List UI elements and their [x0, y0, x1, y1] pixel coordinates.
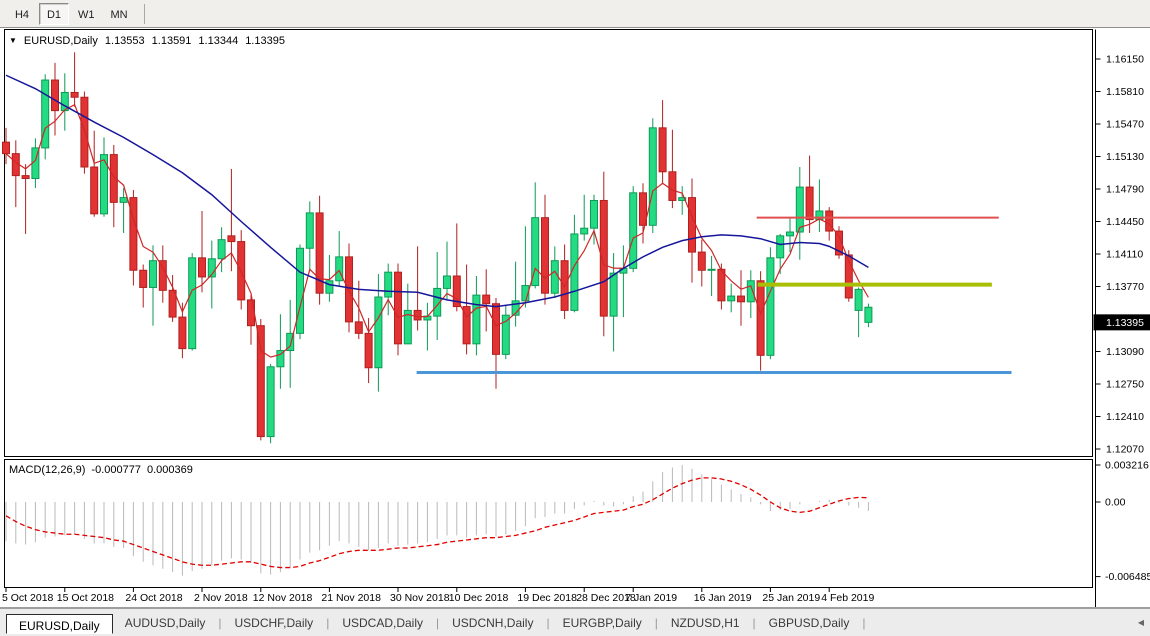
macd-label: MACD(12,26,9) [9, 464, 85, 476]
tab-usdchf-daily[interactable]: USDCHF,Daily [223, 612, 326, 634]
price-axis[interactable]: 1.16150 1.15810 1.15470 1.15130 1.14790 1.144… [1094, 30, 1150, 608]
time-axis-label: 2 Nov 2018 [194, 592, 248, 604]
timeframe-button-H4[interactable]: H4 [7, 3, 37, 25]
time-axis-label: 10 Dec 2018 [449, 592, 509, 604]
time-axis-label: 4 Feb 2019 [821, 592, 874, 604]
price-axis-label: 1.14790 [1106, 184, 1144, 196]
time-axis-label: 24 Oct 2018 [125, 592, 182, 604]
tab-scroll-left-icon[interactable]: ◀ [1138, 618, 1144, 627]
tab-eurgbp-daily[interactable]: EURGBP,Daily [551, 612, 654, 634]
toolbar-separator [144, 4, 145, 24]
price-axis-label: 1.16150 [1106, 54, 1144, 66]
chart-tab-bar: EURUSD,DailyAUDUSD,Daily|USDCHF,Daily|US… [0, 608, 1150, 636]
macd-axis[interactable]: 0.003216 0.00 -0.006485 [1096, 460, 1150, 584]
time-axis-label: 19 Dec 2018 [517, 592, 577, 604]
time-axis[interactable]: 5 Oct 201815 Oct 2018 24 Oct 2018 2 Nov 20… [2, 588, 874, 604]
time-axis-label: 15 Oct 2018 [57, 592, 114, 604]
price-axis-label: 1.12750 [1106, 379, 1144, 391]
timeframe-button-D1[interactable]: D1 [39, 3, 69, 25]
bar-low-value: 1.13344 [198, 35, 238, 47]
macd-signal-value: 0.000369 [147, 464, 193, 476]
tab-gbpusd-daily[interactable]: GBPUSD,Daily [757, 612, 862, 634]
tab-usdcnh-daily[interactable]: USDCNH,Daily [440, 612, 545, 634]
time-axis-label: 25 Jan 2019 [762, 592, 820, 604]
symbol-name: EURUSD,Daily [24, 35, 98, 47]
time-axis-label: 16 Jan 2019 [694, 592, 752, 604]
price-axis-label: 1.15810 [1106, 86, 1144, 98]
bar-high-value: 1.13591 [152, 35, 192, 47]
price-axis-label: 1.15130 [1106, 151, 1144, 163]
tab-separator: | [861, 616, 866, 630]
time-axis-label: 12 Nov 2018 [253, 592, 313, 604]
time-axis-label: 30 Nov 2018 [390, 592, 450, 604]
time-axis-label: 5 Oct 2018 [2, 592, 54, 604]
macd-main-value: -0.000777 [91, 464, 141, 476]
tab-audusd-daily[interactable]: AUDUSD,Daily [113, 612, 218, 634]
trading-terminal-window: 1.16150 1.15810 1.15470 1.15130 1.14790 1.144… [0, 0, 1150, 636]
timeframe-button-MN[interactable]: MN [104, 3, 135, 25]
macd-indicator-header: MACD(12,26,9) -0.000777 0.000369 [9, 464, 193, 476]
price-axis-label: 1.15470 [1106, 119, 1144, 131]
macd-pane[interactable] [5, 460, 1093, 588]
chart-canvas[interactable]: 1.16150 1.15810 1.15470 1.15130 1.14790 1.144… [0, 0, 1150, 636]
tab-nzdusd-h1[interactable]: NZDUSD,H1 [659, 612, 752, 634]
bar-close-value: 1.13395 [245, 35, 285, 47]
time-axis-label: 21 Nov 2018 [321, 592, 381, 604]
timeframe-button-W1[interactable]: W1 [71, 3, 102, 25]
price-axis-label: 1.14110 [1106, 249, 1143, 261]
symbol-header: ▼ EURUSD,Daily 1.13553 1.13591 1.13344 1… [9, 35, 285, 47]
price-axis-label: 1.12410 [1106, 411, 1144, 423]
price-axis-label: 1.13090 [1106, 346, 1144, 358]
price-axis-label: 1.13770 [1106, 281, 1144, 293]
tab-eurusd-daily[interactable]: EURUSD,Daily [6, 614, 113, 634]
timeframe-toolbar: H4D1W1MN [0, 0, 1150, 28]
macd-axis-label: 0.00 [1105, 497, 1126, 509]
time-axis-label: 7 Jan 2019 [625, 592, 677, 604]
price-axis-label: 1.14450 [1106, 216, 1144, 228]
price-axis-label: 1.12070 [1106, 444, 1144, 456]
current-price-badge-value: 1.13395 [1106, 317, 1144, 329]
tab-usdcad-daily[interactable]: USDCAD,Daily [330, 612, 435, 634]
macd-axis-label: 0.003216 [1105, 460, 1149, 472]
bar-open-value: 1.13553 [105, 35, 145, 47]
symbol-dropdown-icon[interactable]: ▼ [9, 37, 17, 45]
macd-axis-label: -0.006485 [1105, 571, 1150, 583]
